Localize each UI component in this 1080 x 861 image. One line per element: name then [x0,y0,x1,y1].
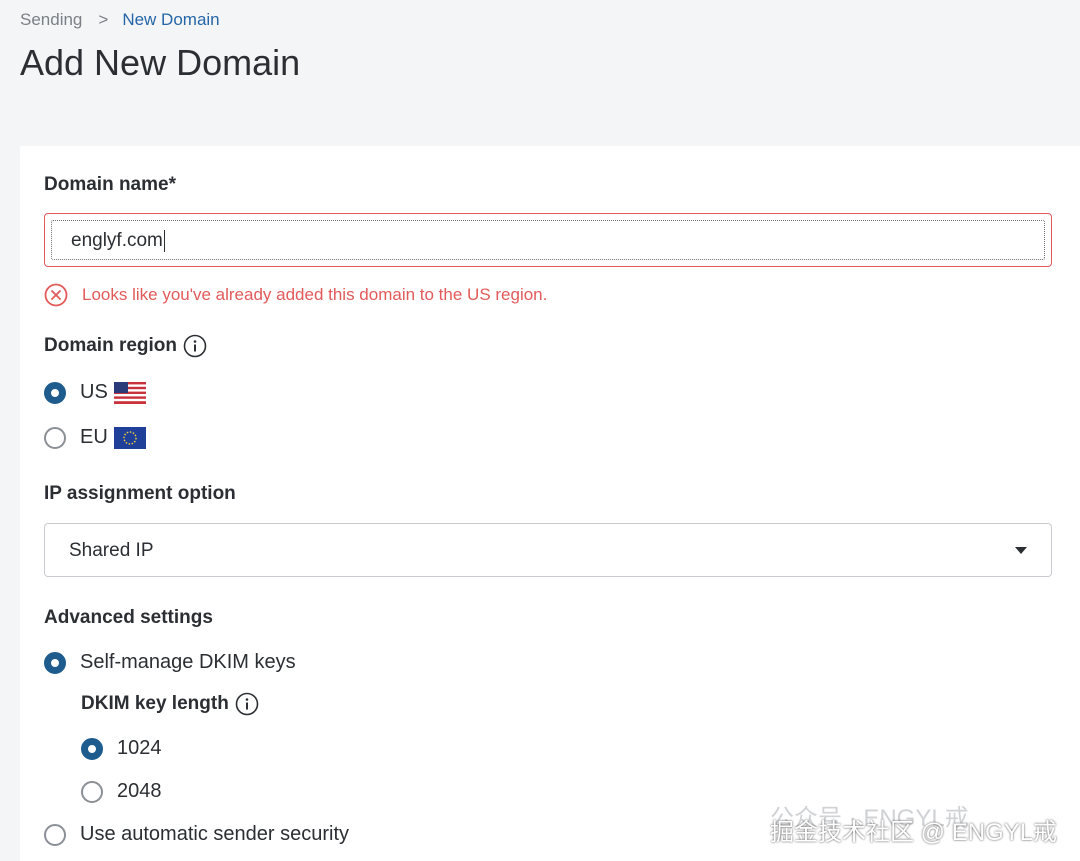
domain-name-label: Domain name* [44,174,176,195]
region-eu-label: EU [80,426,108,448]
domain-name-input[interactable]: englyf.com [44,213,1052,267]
radio-dkim-2048[interactable] [81,780,103,803]
error-circle-icon [44,283,68,307]
us-flag-icon [113,381,146,404]
info-icon[interactable] [183,334,207,358]
ip-assignment-value: Shared IP [69,540,154,561]
breadcrumb-sending-link[interactable]: Sending [20,10,82,30]
option-automatic-sender-security[interactable]: Use automatic sender security [44,823,349,846]
breadcrumb: Sending > New Domain [20,10,220,30]
eu-flag-icon [113,426,146,449]
dkim-2048-label: 2048 [117,780,162,802]
dkim-1024-label: 1024 [117,737,162,759]
self-manage-dkim-label: Self-manage DKIM keys [80,651,296,673]
radio-dkim-1024[interactable] [81,737,103,760]
region-option-us[interactable]: US [44,381,146,404]
region-option-eu[interactable]: EU [44,426,146,449]
chevron-right-icon: > [98,10,109,29]
radio-us[interactable] [44,381,66,404]
radio-automatic-sender-security[interactable] [44,823,66,846]
option-self-manage-dkim[interactable]: Self-manage DKIM keys [44,651,296,674]
option-dkim-1024[interactable]: 1024 [81,737,162,760]
watermark-line2: 掘金技术社区 @ ENGYL戒 [770,819,1058,846]
domain-region-label: Domain region [44,334,207,358]
region-us-label: US [80,381,108,403]
domain-name-value: englyf.com [71,230,165,252]
advanced-settings-label: Advanced settings [44,607,213,628]
error-text: Looks like you've already added this dom… [82,285,548,304]
form-card: Domain name* englyf.com Looks like you'v… [20,146,1080,861]
focus-ring [51,220,1045,260]
radio-self-manage-dkim[interactable] [44,651,66,674]
dkim-key-length-label: DKIM key length [81,692,259,716]
option-dkim-2048[interactable]: 2048 [81,780,162,803]
dropdown-caret-icon [1015,547,1027,554]
automatic-sender-security-label: Use automatic sender security [80,823,350,845]
domain-error-message: Looks like you've already added this dom… [44,283,547,307]
ip-assignment-label: IP assignment option [44,483,236,504]
radio-eu[interactable] [44,426,66,449]
info-icon[interactable] [235,692,259,716]
breadcrumb-current[interactable]: New Domain [122,10,219,30]
page-title: Add New Domain [20,42,301,83]
text-caret [163,230,165,252]
ip-assignment-select[interactable]: Shared IP [44,523,1052,577]
